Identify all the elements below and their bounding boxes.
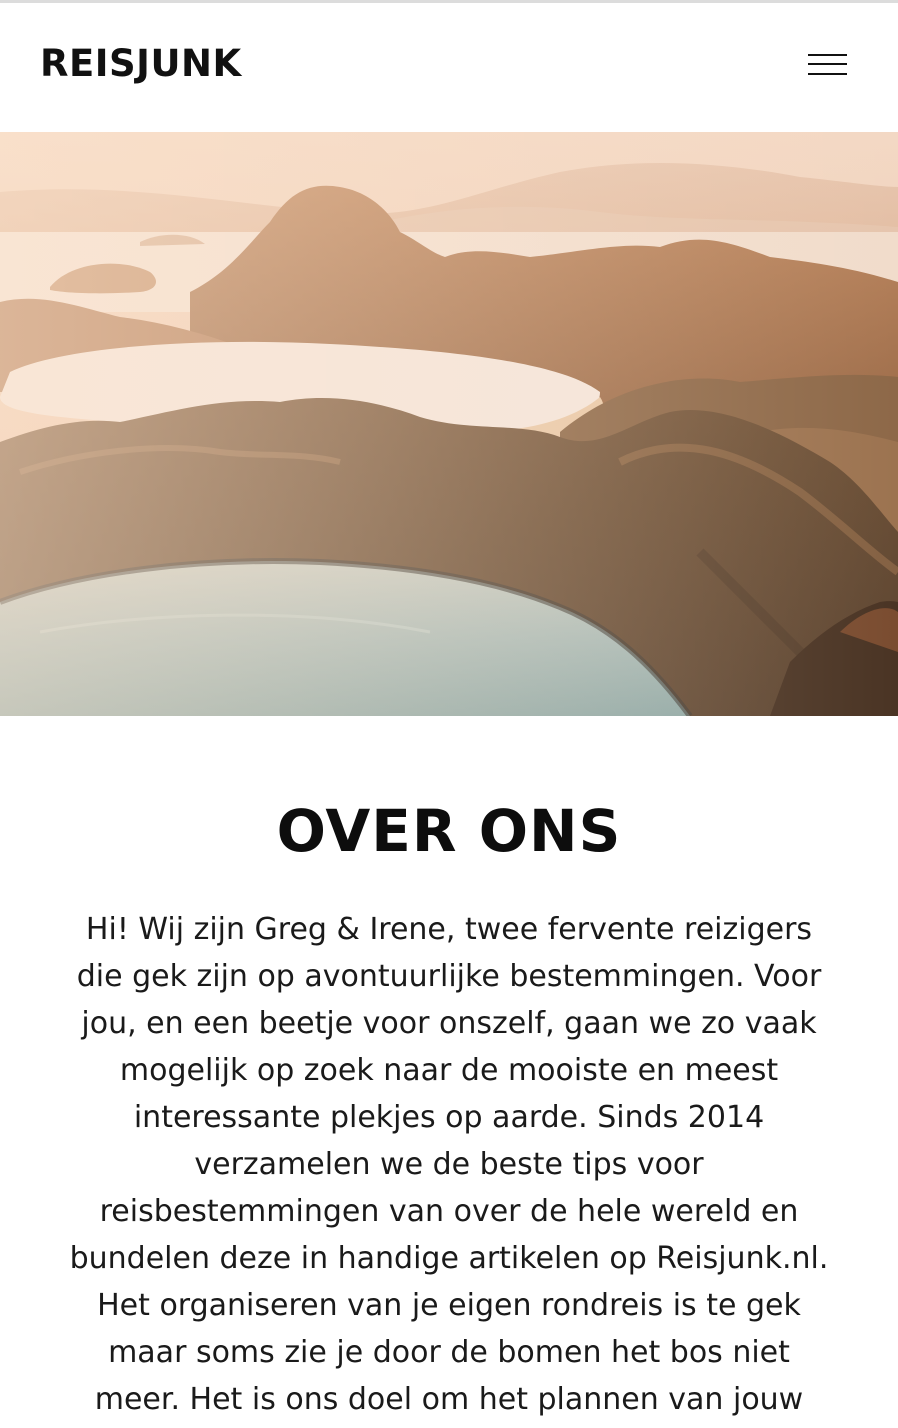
hamburger-menu-icon[interactable] [800,43,856,87]
page-title: OVER ONS [276,797,622,865]
site-logo[interactable]: REISJUNK [40,39,242,89]
intro-line: Hi! Wij zijn Greg & Irene, twee fervente… [85,912,813,947]
intro-line: verzamelen we de beste tips voor [194,1147,704,1182]
menu-bar-middle [808,63,847,65]
intro-line: maar soms zie je door de bomen het bos n… [108,1335,790,1370]
menu-bar-top [808,54,847,56]
intro-line: meer. Het is ons doel om het plannen van… [94,1382,804,1417]
intro-line: jou, en een beetje voor onszelf, gaan we… [81,1006,817,1041]
intro-line: interessante plekjes op aarde. Sinds 201… [133,1100,765,1135]
hero-image [0,132,898,716]
intro-line: Het organiseren van je eigen rondreis is… [97,1288,801,1323]
site-header: REISJUNK [0,3,898,132]
intro-line: bundelen deze in handige artikelen op Re… [69,1241,829,1276]
intro-line: die gek zijn op avontuurlijke bestemming… [76,959,822,994]
intro-line: reisbestemmingen van over de hele wereld… [99,1194,799,1229]
intro-line: mogelijk op zoek naar de mooiste en mees… [119,1053,779,1088]
menu-bar-bottom [808,73,847,75]
intro-paragraph: Hi! Wij zijn Greg & Irene, twee fervente… [30,906,868,1423]
